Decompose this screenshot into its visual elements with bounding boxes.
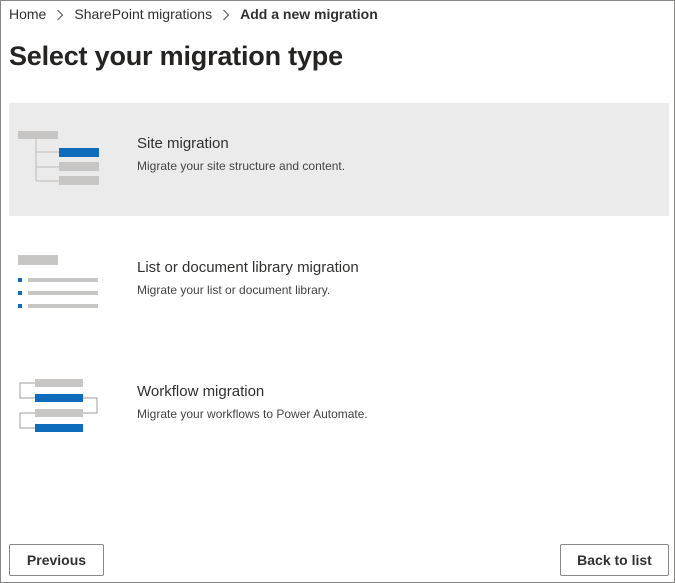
chevron-right-icon [46,6,74,22]
breadcrumb-current: Add a new migration [240,6,378,22]
back-to-list-button[interactable]: Back to list [560,544,669,576]
previous-button[interactable]: Previous [9,544,104,576]
option-description: Migrate your list or document library. [137,283,331,297]
page-title: Select your migration type [9,41,343,71]
list-icon [18,255,98,308]
option-workflow-migration[interactable]: Workflow migration Migrate your workflow… [9,351,669,464]
workflow-icon [19,379,98,432]
option-title: Site migration [137,135,229,152]
migration-dialog: Home SharePoint migrations Add a new mig… [0,0,675,583]
option-list-migration[interactable]: List or document library migration Migra… [9,227,669,340]
option-title: Workflow migration [137,383,265,400]
chevron-right-icon [212,6,240,22]
option-site-migration[interactable]: Site migration Migrate your site structu… [9,103,669,216]
option-title: List or document library migration [137,259,359,276]
option-description: Migrate your site structure and content. [137,159,346,173]
breadcrumb: Home SharePoint migrations Add a new mig… [9,5,378,23]
breadcrumb-home[interactable]: Home [9,6,46,22]
option-description: Migrate your workflows to Power Automate… [137,407,368,421]
site-tree-icon [18,131,99,185]
breadcrumb-sharepoint-migrations[interactable]: SharePoint migrations [74,6,212,22]
